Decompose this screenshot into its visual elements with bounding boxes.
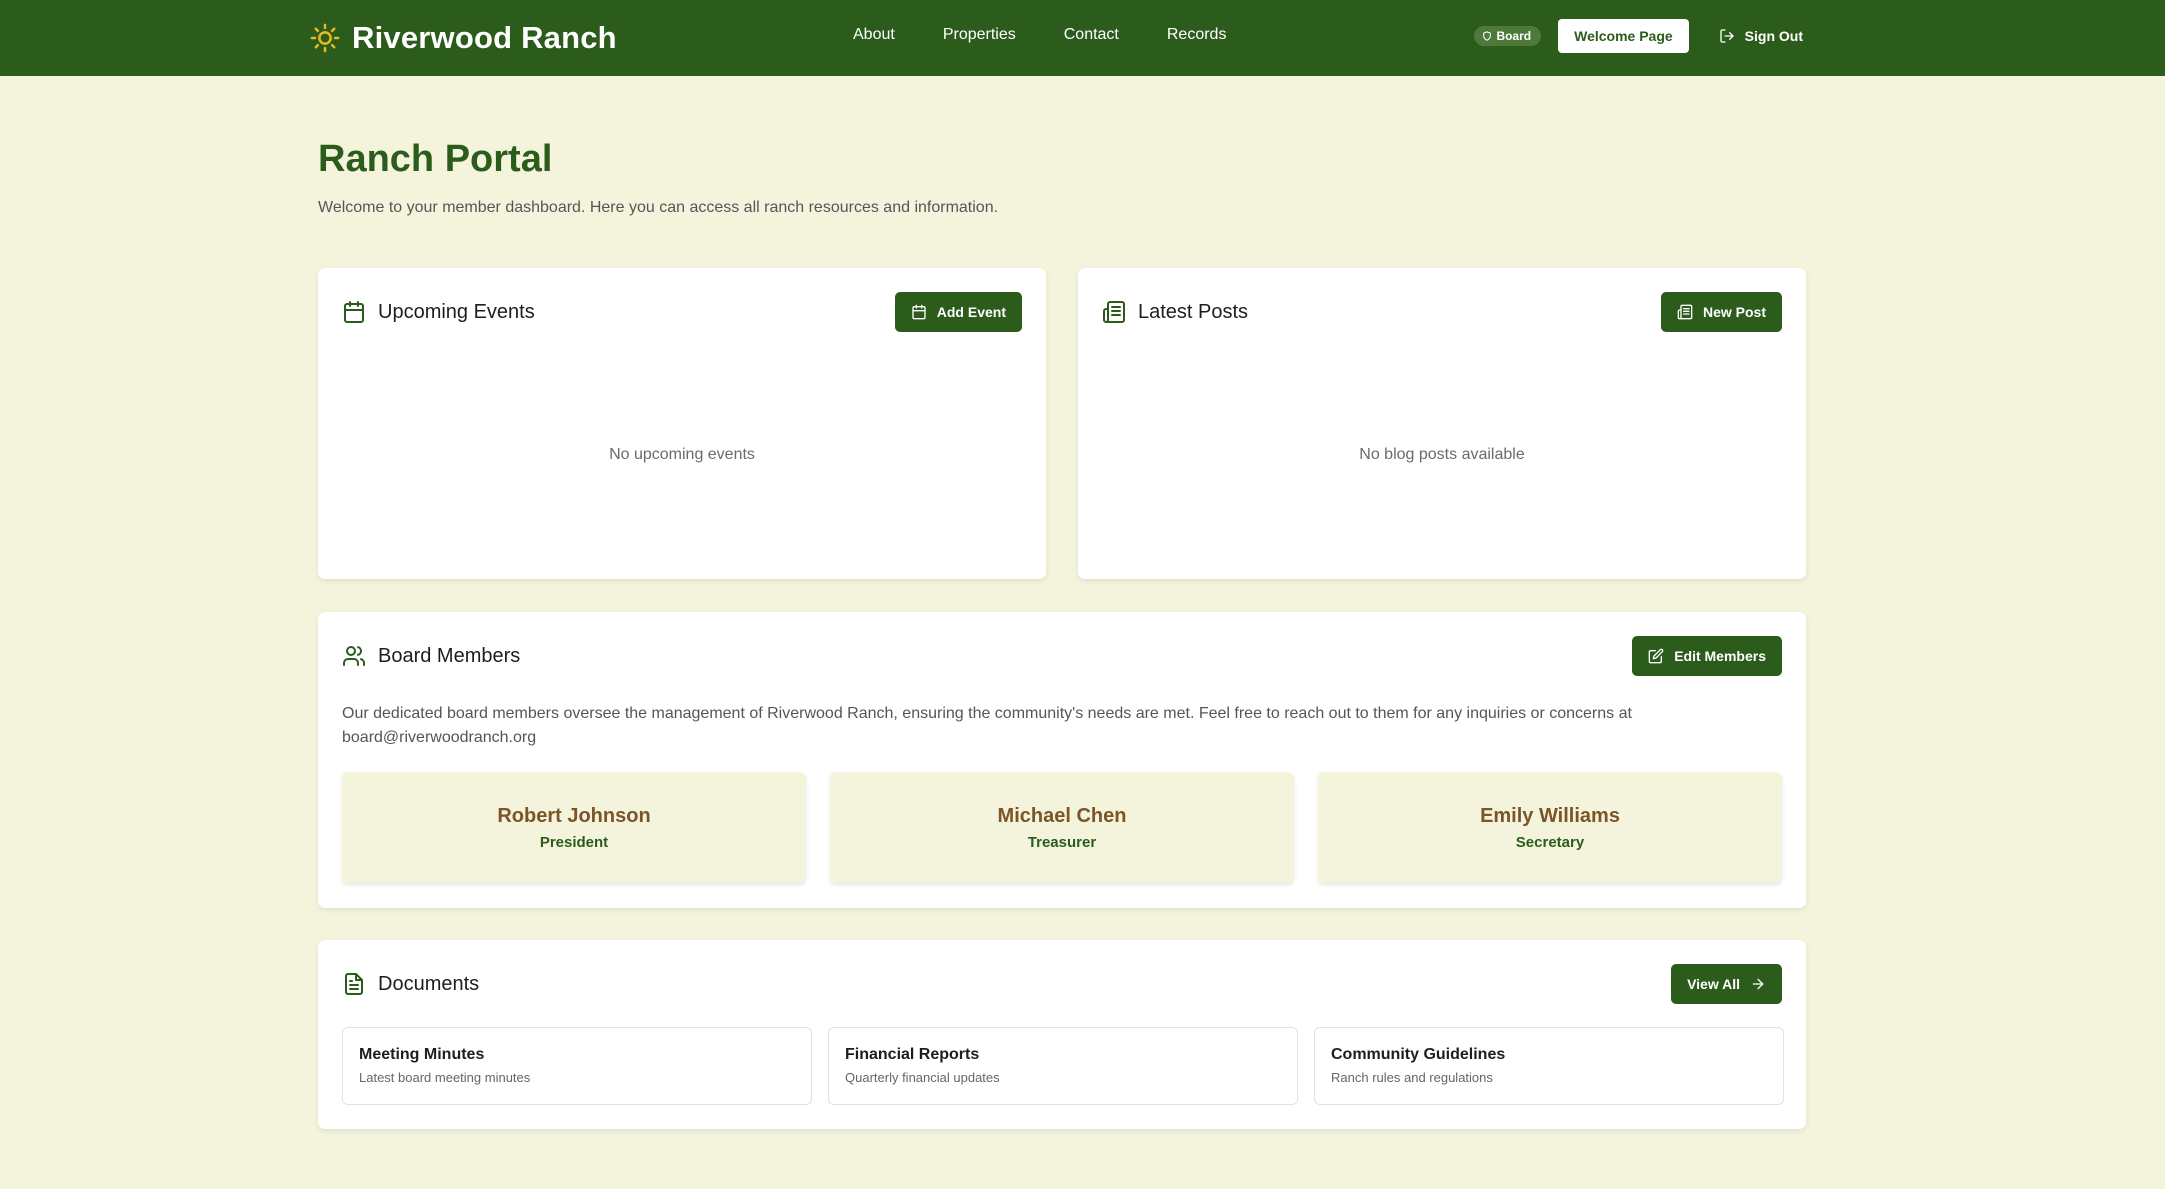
document-list: Meeting Minutes Latest board meeting min… [342,1027,1784,1105]
top-navbar: Riverwood Ranch About Properties Contact… [0,0,2165,76]
card-title-text: Latest Posts [1138,300,1249,323]
main-nav: About Properties Contact Records [853,26,1226,44]
card-title-text: Documents [378,972,480,995]
newspaper-icon [1677,304,1693,320]
nav-contact[interactable]: Contact [1064,26,1119,44]
member-list: Robert Johnson President Michael Chen Tr… [342,772,1782,883]
card-title: Documents [342,972,479,996]
card-header: Documents View All [342,964,1782,1004]
new-post-button[interactable]: New Post [1660,292,1782,332]
document-item[interactable]: Meeting Minutes Latest board meeting min… [342,1027,812,1105]
nav-about[interactable]: About [853,26,895,44]
document-title: Meeting Minutes [359,1046,485,1063]
nav-records[interactable]: Records [1167,26,1227,44]
latest-posts-card: Latest Posts New Post No blog posts avai… [1078,268,1806,579]
page-subtitle: Welcome to your member dashboard. Here y… [318,199,999,216]
role-badge-label: Board [1496,29,1532,43]
card-title-text: Upcoming Events [378,300,535,323]
member-card: Emily Williams Secretary [1318,772,1782,883]
calendar-icon [912,304,926,320]
member-role: Secretary [1515,833,1585,851]
document-item[interactable]: Financial Reports Quarterly financial up… [828,1027,1298,1105]
card-header: Upcoming Events Add Event [342,292,1022,332]
newspaper-icon [1103,301,1125,323]
member-role: Treasurer [1027,833,1097,851]
card-title-text: Board Members [378,644,521,667]
member-card: Robert Johnson President [342,772,806,883]
empty-events-message: No upcoming events [609,446,755,463]
card-header: Latest Posts New Post [1102,292,1782,332]
member-card: Michael Chen Treasurer [830,772,1294,883]
edit-members-label: Edit Members [1674,648,1766,664]
member-name: Michael Chen [997,804,1127,827]
calendar-icon [344,301,364,323]
edit-icon [1648,648,1664,664]
brand-name: Riverwood Ranch [352,20,617,55]
new-post-label: New Post [1702,304,1766,320]
document-item[interactable]: Community Guidelines Ranch rules and reg… [1314,1027,1784,1105]
document-description: Ranch rules and regulations [1331,1070,1493,1085]
document-title: Financial Reports [845,1046,980,1063]
member-name: Emily Williams [1480,804,1620,827]
documents-card: Documents View All Meeting Minutes Lates… [318,940,1806,1129]
shield-icon [1483,31,1492,41]
role-badge: Board [1474,26,1542,46]
card-title: Latest Posts [1102,300,1248,324]
document-title: Community Guidelines [1331,1046,1506,1063]
board-description: Our dedicated board members oversee the … [342,705,1632,746]
upcoming-events-card: Upcoming Events Add Event No upcoming ev… [318,268,1046,579]
document-description: Latest board meeting minutes [359,1070,531,1085]
brand[interactable]: Riverwood Ranch [310,18,617,58]
empty-posts-message: No blog posts available [1359,446,1525,463]
page-title: Ranch Portal [318,138,553,180]
sign-out-label: Sign Out [1744,28,1803,44]
card-header: Board Members Edit Members [342,636,1782,676]
view-all-label: View All [1687,976,1740,992]
card-title: Board Members [342,644,520,668]
arrow-right-icon [1752,978,1764,990]
header-actions: Board Welcome Page Sign Out [1474,19,1803,53]
users-icon [343,646,365,666]
edit-members-button[interactable]: Edit Members [1632,636,1782,676]
sun-icon [310,23,340,53]
card-title: Upcoming Events [342,300,535,324]
document-description: Quarterly financial updates [845,1070,1000,1085]
sign-out-icon [1720,29,1734,43]
add-event-label: Add Event [936,304,1006,320]
document-icon [345,973,363,995]
board-members-card: Board Members Edit Members Our dedicated… [318,612,1806,908]
nav-properties[interactable]: Properties [943,26,1016,44]
member-role: President [539,833,609,851]
member-name: Robert Johnson [497,804,651,827]
add-event-button[interactable]: Add Event [894,292,1022,332]
view-all-button[interactable]: View All [1671,964,1782,1004]
welcome-page-button[interactable]: Welcome Page [1558,19,1689,53]
sign-out-button[interactable]: Sign Out [1719,28,1803,44]
